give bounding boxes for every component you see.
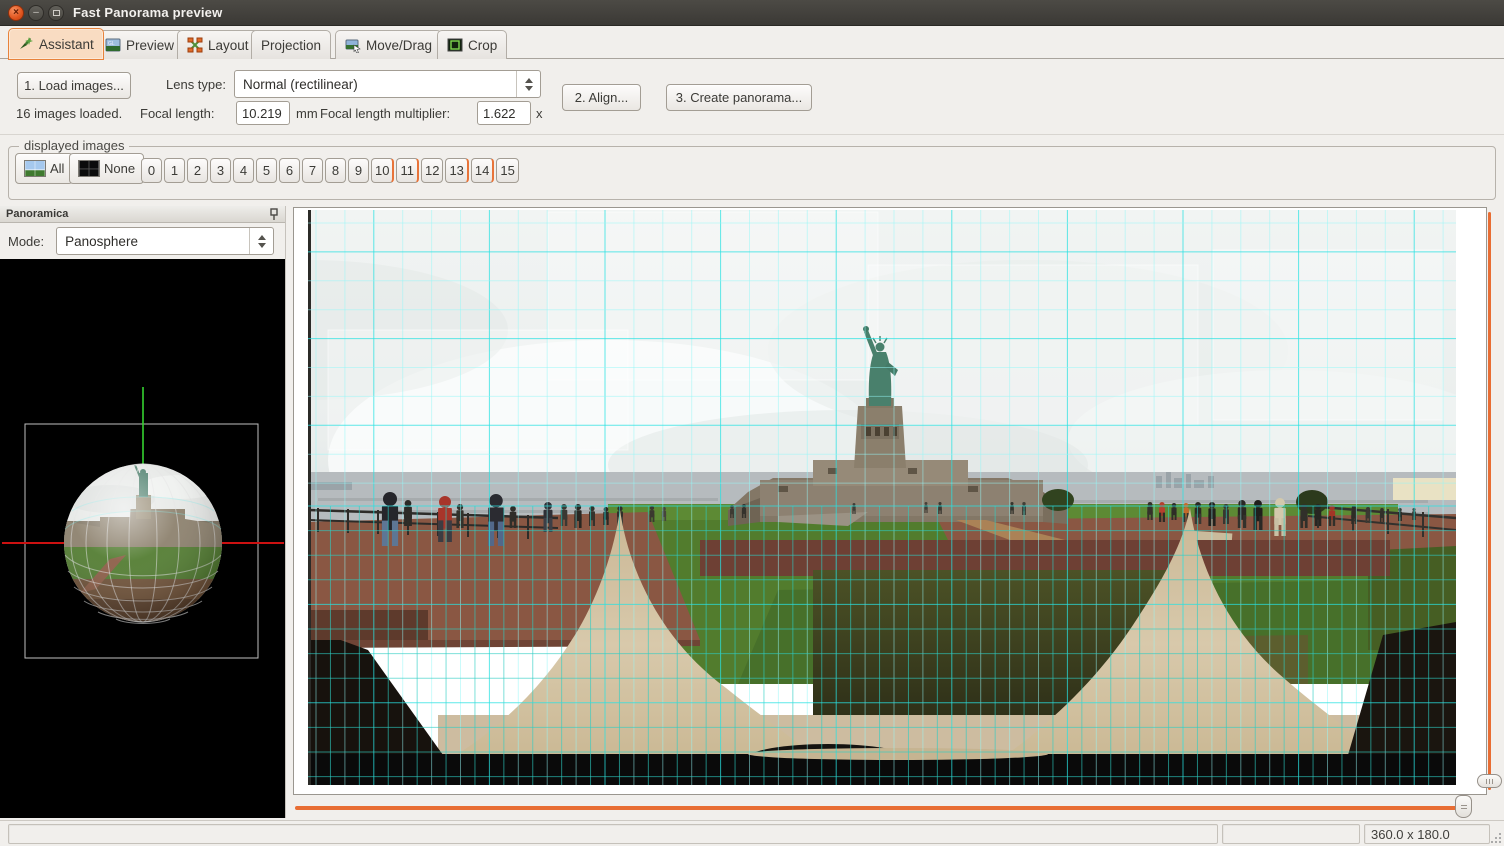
horizontal-slider-track[interactable] — [295, 806, 1462, 810]
focal-multiplier-label: Focal length multiplier: — [320, 106, 450, 121]
panosphere-canvas[interactable] — [0, 259, 285, 818]
image-toggle-buttons: 0123456789101112131415 — [141, 158, 519, 183]
tab-assistant[interactable]: Assistant — [8, 28, 104, 60]
focal-multiplier-unit: x — [536, 106, 543, 121]
resize-grip[interactable] — [1490, 832, 1502, 844]
all-label: All — [50, 161, 64, 176]
image-toggle-11[interactable]: 11 — [396, 158, 419, 183]
tab-preview[interactable]: GL Preview — [95, 30, 184, 59]
image-toggle-0[interactable]: 0 — [141, 158, 162, 183]
maximize-icon[interactable] — [48, 5, 64, 21]
status-bar: 360.0 x 180.0 — [0, 820, 1504, 846]
crop-icon — [447, 37, 463, 53]
focal-length-unit: mm — [296, 106, 318, 121]
pane-caption[interactable]: Panoramica — [0, 206, 285, 223]
vertical-slider-handle[interactable] — [1477, 774, 1502, 788]
lens-type-label: Lens type: — [166, 77, 226, 92]
image-toggle-2[interactable]: 2 — [187, 158, 208, 183]
panorama-image[interactable] — [308, 210, 1456, 785]
image-toggle-5[interactable]: 5 — [256, 158, 277, 183]
no-images-icon — [78, 160, 100, 177]
lens-type-value: Normal (rectilinear) — [235, 77, 516, 92]
image-toggle-14[interactable]: 14 — [471, 158, 494, 183]
layout-icon — [187, 37, 203, 53]
image-toggle-10[interactable]: 10 — [371, 158, 394, 183]
status-size-cell: 360.0 x 180.0 — [1364, 824, 1490, 844]
images-loaded-status: 16 images loaded. — [16, 106, 122, 121]
panoramica-pane: Panoramica Mode: Panosphere — [0, 206, 286, 818]
tab-label: Preview — [126, 38, 174, 53]
image-toggle-13[interactable]: 13 — [445, 158, 468, 183]
focal-length-label: Focal length: — [140, 106, 214, 121]
tab-crop[interactable]: Crop — [437, 30, 507, 59]
svg-text:GL: GL — [108, 41, 115, 47]
tab-strip: Assistant GL Preview Layout Projection M… — [0, 26, 1504, 59]
focal-length-field[interactable]: 10.219 — [236, 101, 290, 125]
tab-label: Layout — [208, 38, 249, 53]
all-images-icon — [24, 160, 46, 177]
close-icon[interactable]: × — [8, 5, 24, 21]
horizontal-slider-handle[interactable] — [1455, 795, 1472, 818]
horizon-glow — [1393, 478, 1456, 500]
spinner-arrows-icon[interactable] — [249, 228, 273, 254]
brick-shadow-left — [308, 610, 428, 640]
pane-title: Panoramica — [6, 208, 269, 220]
mode-row: Mode: Panosphere — [0, 223, 285, 259]
image-toggle-8[interactable]: 8 — [325, 158, 346, 183]
mode-value: Panosphere — [57, 234, 249, 249]
status-message-cell — [8, 824, 1218, 844]
move-drag-icon — [345, 37, 361, 53]
tab-projection[interactable]: Projection — [251, 30, 331, 59]
titlebar: × – Fast Panorama preview — [0, 0, 1504, 26]
spinner-arrows-icon[interactable] — [516, 71, 540, 97]
image-left-edge — [308, 210, 311, 785]
tab-layout[interactable]: Layout — [177, 30, 259, 59]
toolbar-separator — [0, 134, 1504, 135]
tab-label: Move/Drag — [366, 38, 432, 53]
wand-icon — [18, 36, 34, 52]
image-toggle-7[interactable]: 7 — [302, 158, 323, 183]
none-label: None — [104, 161, 135, 176]
displayed-images-legend: displayed images — [19, 138, 129, 153]
bush — [1296, 490, 1328, 514]
align-button[interactable]: 2. Align... — [562, 84, 641, 111]
displayed-images-group: displayed images All None 01234567891011… — [8, 146, 1496, 200]
pin-icon[interactable] — [269, 208, 279, 221]
lens-type-select[interactable]: Normal (rectilinear) — [234, 70, 541, 98]
show-none-button[interactable]: None — [69, 153, 144, 184]
mode-select[interactable]: Panosphere — [56, 227, 274, 255]
mode-label: Mode: — [8, 234, 44, 249]
load-images-button[interactable]: 1. Load images... — [17, 72, 131, 99]
image-toggle-1[interactable]: 1 — [164, 158, 185, 183]
window-title: Fast Panorama preview — [73, 5, 222, 20]
status-progress-cell — [1222, 824, 1360, 844]
tab-move-drag[interactable]: Move/Drag — [335, 30, 442, 59]
image-toggle-15[interactable]: 15 — [496, 158, 518, 183]
focal-multiplier-field[interactable]: 1.622 — [477, 101, 531, 125]
vertical-slider-track[interactable] — [1488, 212, 1491, 790]
gl-preview-icon: GL — [105, 37, 121, 53]
show-all-button[interactable]: All — [15, 153, 73, 184]
panosphere-render — [0, 259, 285, 818]
image-toggle-6[interactable]: 6 — [279, 158, 300, 183]
image-toggle-9[interactable]: 9 — [348, 158, 369, 183]
minimize-icon[interactable]: – — [28, 5, 44, 21]
tab-label: Assistant — [39, 37, 94, 52]
image-toggle-12[interactable]: 12 — [421, 158, 443, 183]
sphere-shading — [64, 464, 222, 622]
tree — [1042, 489, 1074, 511]
create-panorama-button[interactable]: 3. Create panorama... — [666, 84, 812, 111]
image-toggle-3[interactable]: 3 — [210, 158, 231, 183]
image-toggle-4[interactable]: 4 — [233, 158, 254, 183]
tab-label: Projection — [261, 38, 321, 53]
tab-label: Crop — [468, 38, 497, 53]
